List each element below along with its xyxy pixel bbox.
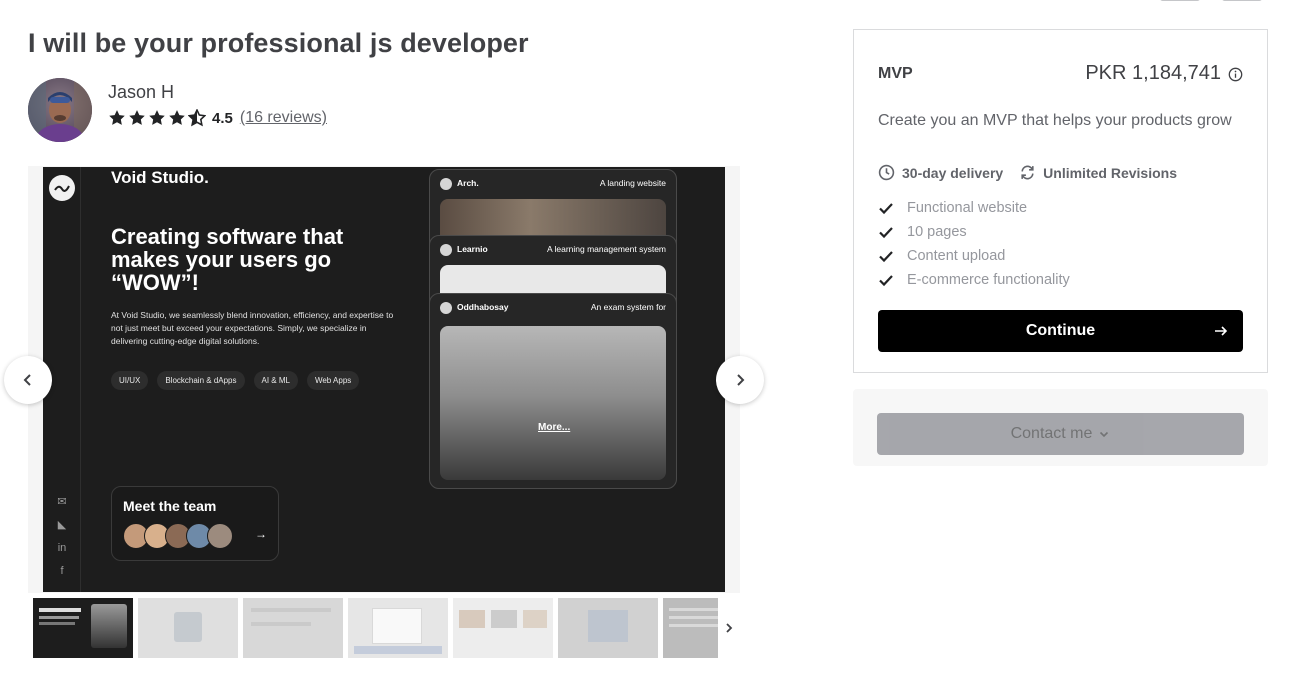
package-card: MVP PKR 1,184,741 Create you an MVP that…	[853, 29, 1268, 373]
team-avatar	[207, 523, 233, 549]
arrow-right-icon: →	[255, 527, 267, 541]
gig-title: I will be your professional js developer	[28, 28, 529, 58]
slide-tag: Web Apps	[306, 371, 360, 390]
project-logo-icon	[440, 244, 452, 256]
feature-label: 10 pages	[907, 224, 967, 240]
slide-tag: UI/UX	[111, 371, 149, 390]
project-card: Oddhabosay An exam system for More...	[429, 293, 677, 489]
star-icon	[169, 110, 185, 125]
team-card: Meet the team →	[111, 486, 279, 561]
revisions-count: Unlimited Revisions	[1043, 164, 1177, 181]
gig-gallery: ✉ ◣ in f Void Studio. Creating software …	[28, 166, 740, 593]
mail-icon: ✉	[57, 496, 67, 508]
contact-me-button[interactable]: Contact me	[877, 413, 1244, 455]
arrow-right-icon	[1215, 326, 1228, 336]
thumbnail[interactable]	[453, 598, 553, 658]
project-desc: A landing website	[599, 178, 666, 188]
feature-item: 10 pages	[878, 220, 1070, 244]
project-screenshot	[440, 326, 666, 480]
facebook-icon: f	[60, 565, 64, 577]
check-icon	[879, 227, 893, 239]
reviews-link[interactable]: (16 reviews)	[240, 109, 327, 127]
feature-list: Functional website 10 pages Content uplo…	[878, 196, 1070, 292]
project-desc: A learning management system	[546, 244, 666, 254]
slide-tag: Blockchain & dApps	[157, 371, 245, 390]
project-name: Arch.	[457, 178, 479, 188]
void-studio-logo-icon	[49, 175, 75, 201]
thumbnail[interactable]	[348, 598, 448, 658]
package-description: Create you an MVP that helps your produc…	[878, 112, 1232, 129]
top-control-stub[interactable]	[1222, 0, 1262, 1]
twitter-icon: ◣	[57, 519, 67, 531]
thumbnail[interactable]	[243, 598, 343, 658]
seller-rating: 4.5 (16 reviews)	[108, 109, 327, 127]
chevron-right-icon	[726, 623, 733, 633]
gallery-prev-button[interactable]	[4, 356, 52, 404]
seller-avatar[interactable]	[28, 78, 92, 142]
slide-body: At Void Studio, we seamlessly blend inno…	[111, 310, 394, 346]
chevron-left-icon	[23, 374, 31, 386]
thumbnail[interactable]	[33, 598, 133, 658]
thumbnail-next-button[interactable]	[718, 597, 740, 659]
check-icon	[879, 203, 893, 215]
feature-label: Functional website	[907, 200, 1028, 216]
feature-item: Content upload	[878, 244, 1070, 268]
slide-tag: AI & ML	[253, 371, 298, 390]
gallery-slide[interactable]: ✉ ◣ in f Void Studio. Creating software …	[43, 167, 725, 592]
seller-name[interactable]: Jason H	[108, 82, 174, 103]
team-avatars	[123, 523, 233, 549]
half-star-icon	[188, 109, 206, 127]
slide-brand: Void Studio.	[111, 168, 209, 187]
package-name: MVP	[878, 65, 913, 82]
project-name: Learnio	[457, 244, 488, 254]
project-desc: An exam system for	[590, 302, 666, 312]
linkedin-icon: in	[57, 542, 67, 554]
star-icon	[149, 110, 165, 125]
continue-label: Continue	[1025, 322, 1096, 339]
thumbnail[interactable]	[138, 598, 238, 658]
gallery-next-button[interactable]	[716, 356, 764, 404]
feature-item: E-commerce functionality	[878, 268, 1070, 292]
star-icon	[109, 110, 125, 125]
package-meta: 30-day delivery Unlimited Revisions	[878, 164, 1177, 181]
top-control-stub[interactable]	[1160, 0, 1200, 1]
continue-button[interactable]: Continue	[878, 310, 1243, 352]
info-icon[interactable]	[1228, 67, 1243, 82]
project-logo-icon	[440, 302, 452, 314]
star-icon	[129, 110, 145, 125]
revisions-icon	[1021, 165, 1034, 180]
contact-section: Contact me	[853, 389, 1268, 466]
slide-tags: UI/UX Blockchain & dApps AI & ML Web App…	[111, 371, 360, 390]
seller-overview: Jason H 4.5 (16 reviews)	[28, 78, 428, 142]
check-icon	[879, 275, 893, 287]
chevron-down-icon	[1100, 431, 1109, 438]
check-icon	[879, 251, 893, 263]
slide-headline: Creating software that makes your users …	[111, 224, 344, 295]
contact-label: Contact me	[1010, 425, 1093, 442]
thumbnail-strip	[28, 597, 740, 659]
thumbnail[interactable]	[558, 598, 658, 658]
delivery-time: 30-day delivery	[902, 164, 1004, 181]
more-link[interactable]: More...	[538, 422, 570, 433]
clock-icon	[878, 164, 895, 181]
package-price: PKR 1,184,741	[1085, 62, 1221, 84]
project-logo-icon	[440, 178, 452, 190]
chevron-right-icon	[737, 374, 745, 386]
project-name: Oddhabosay	[457, 302, 509, 312]
team-title: Meet the team	[123, 498, 217, 514]
feature-label: Content upload	[907, 248, 1006, 264]
feature-item: Functional website	[878, 196, 1070, 220]
feature-label: E-commerce functionality	[907, 272, 1070, 288]
rating-value: 4.5	[212, 109, 233, 127]
